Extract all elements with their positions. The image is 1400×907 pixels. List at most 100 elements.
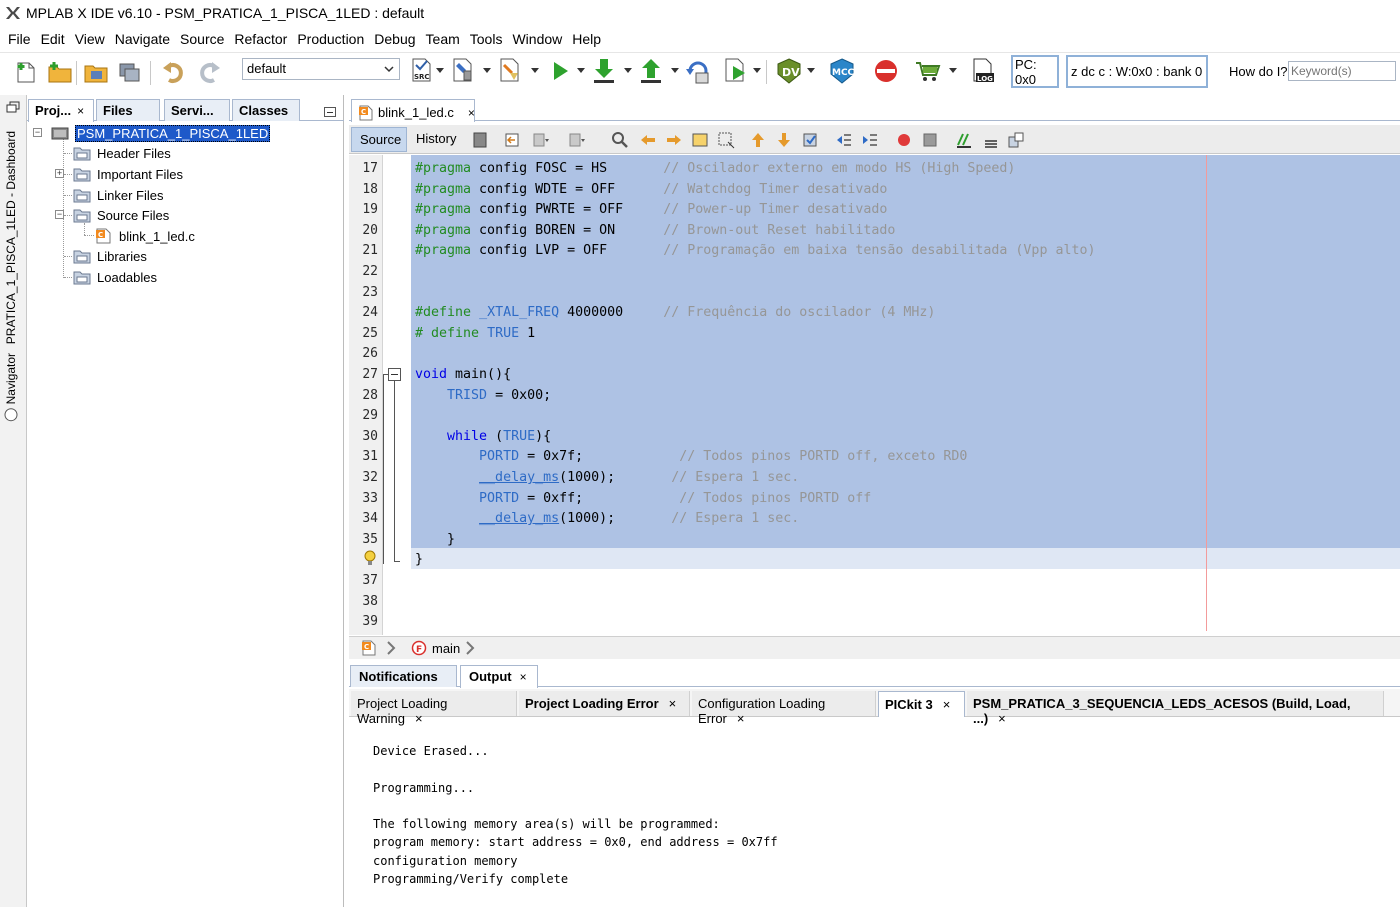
dropdown-arrow-icon[interactable] <box>671 68 679 74</box>
collapse-toggle[interactable]: − <box>33 128 42 137</box>
collapse-toggle[interactable]: − <box>55 210 64 219</box>
keyword-search-input[interactable] <box>1288 61 1396 81</box>
tab-classes[interactable]: Classes <box>232 99 300 121</box>
comment-icon[interactable] <box>955 131 973 149</box>
uncomment-icon[interactable] <box>981 131 999 149</box>
minimize-panel-icon[interactable] <box>324 107 336 117</box>
subtab-project-loading-warning[interactable]: Project Loading Warning × <box>351 691 517 726</box>
previous-bookmark-icon[interactable] <box>749 131 767 149</box>
toggle-bookmark-icon[interactable] <box>801 131 819 149</box>
menu-file[interactable]: File <box>4 31 35 47</box>
close-icon[interactable]: × <box>468 106 475 120</box>
redo-icon[interactable] <box>195 57 223 87</box>
fold-collapse-icon[interactable] <box>388 368 401 381</box>
shift-right-icon[interactable] <box>861 131 879 149</box>
output-console[interactable]: Device Erased... Programming... The foll… <box>373 742 778 888</box>
clean-build-icon[interactable] <box>497 56 525 86</box>
subtab-configuration-loading-error[interactable]: Configuration Loading Error × <box>692 691 876 726</box>
back-dropdown-icon[interactable] <box>531 131 549 149</box>
tab-files[interactable]: Files <box>96 99 160 121</box>
lightbulb-hint-icon[interactable] <box>363 550 377 566</box>
close-icon[interactable]: × <box>669 696 677 711</box>
find-previous-icon[interactable] <box>639 131 657 149</box>
c-source-file-icon[interactable]: C <box>361 640 377 656</box>
menu-debug[interactable]: Debug <box>370 31 419 47</box>
cart-icon[interactable] <box>914 56 942 86</box>
tree-node-header-files[interactable]: Header Files <box>73 143 171 163</box>
close-project-icon[interactable] <box>116 57 144 87</box>
restore-window-icon[interactable] <box>6 101 20 113</box>
start-macro-recording-icon[interactable] <box>895 131 913 149</box>
breadcrumb-function[interactable]: main <box>432 641 460 656</box>
find-icon[interactable] <box>611 131 629 149</box>
debug-run-icon[interactable] <box>722 56 750 86</box>
dropdown-arrow-icon[interactable] <box>577 68 585 74</box>
set-source-icon[interactable]: SRC <box>408 56 436 86</box>
find-next-icon[interactable] <box>665 131 683 149</box>
menu-team[interactable]: Team <box>422 31 464 47</box>
dropdown-arrow-icon[interactable] <box>753 68 761 74</box>
read-device-icon[interactable] <box>637 56 665 86</box>
subtab-project-loading-error[interactable]: Project Loading Error × <box>519 691 690 716</box>
new-file-icon[interactable] <box>12 57 40 87</box>
stop-macro-recording-icon[interactable] <box>921 131 939 149</box>
history-view-button[interactable]: History <box>411 127 463 152</box>
next-bookmark-icon[interactable] <box>775 131 793 149</box>
subtab-pickit3[interactable]: PICkit 3 × <box>878 691 965 717</box>
dropdown-arrow-icon[interactable] <box>483 68 491 74</box>
tab-projects[interactable]: Proj... × <box>28 99 94 122</box>
close-icon[interactable]: × <box>737 711 745 726</box>
undo-icon[interactable] <box>160 57 188 87</box>
project-root-node[interactable]: − PSM_PRATICA_1_PISCA_1LED <box>33 123 271 143</box>
expand-toggle[interactable]: + <box>55 169 64 178</box>
make-and-program-icon[interactable] <box>590 56 618 86</box>
close-icon[interactable]: × <box>77 104 84 118</box>
mcc-icon[interactable]: MCC <box>828 56 856 86</box>
tree-node-linker-files[interactable]: Linker Files <box>73 185 163 205</box>
tab-services[interactable]: Servi... <box>164 99 230 121</box>
dropdown-arrow-icon[interactable] <box>624 68 632 74</box>
code-editor[interactable]: #pragma config FOSC = HS // Oscilador ex… <box>411 155 1400 635</box>
close-icon[interactable]: × <box>415 711 423 726</box>
tree-node-libraries[interactable]: Libraries <box>73 246 147 266</box>
open-project-icon[interactable] <box>82 57 110 87</box>
menu-help[interactable]: Help <box>568 31 605 47</box>
close-icon[interactable]: × <box>998 711 1006 726</box>
mplab-discover-icon[interactable] <box>872 56 900 86</box>
reset-device-icon[interactable] <box>684 56 712 86</box>
navigator-tab[interactable]: Navigator <box>4 353 18 422</box>
dropdown-arrow-icon[interactable] <box>436 68 444 74</box>
close-icon[interactable]: × <box>943 697 951 712</box>
tree-node-loadables[interactable]: Loadables <box>73 267 157 287</box>
new-project-icon[interactable] <box>46 57 74 87</box>
dropdown-arrow-icon[interactable] <box>531 68 539 74</box>
format-icon[interactable] <box>1007 131 1025 149</box>
menu-tools[interactable]: Tools <box>466 31 507 47</box>
forward-dropdown-icon[interactable] <box>567 131 585 149</box>
close-icon[interactable]: × <box>520 670 527 684</box>
menu-source[interactable]: Source <box>176 31 228 47</box>
configuration-select[interactable]: default <box>242 58 400 80</box>
dropdown-arrow-icon[interactable] <box>807 68 815 74</box>
menu-window[interactable]: Window <box>508 31 566 47</box>
menu-navigate[interactable]: Navigate <box>111 31 174 47</box>
tab-output[interactable]: Output × <box>460 665 538 688</box>
subtab-build-load[interactable]: PSM_PRATICA_3_SEQUENCIA_LEDS_ACESOS (Bui… <box>967 691 1384 726</box>
dashboard-tab[interactable]: PRATICA_1_PISCA_1LED - Dashboard <box>4 131 18 344</box>
log-icon[interactable]: LOG <box>970 56 998 86</box>
back-icon[interactable] <box>503 131 521 149</box>
menu-edit[interactable]: Edit <box>37 31 69 47</box>
rectangular-select-icon[interactable] <box>717 131 735 149</box>
tab-blink-file[interactable]: C blink_1_led.c × <box>351 99 475 122</box>
shift-left-icon[interactable] <box>835 131 853 149</box>
menu-view[interactable]: View <box>71 31 109 47</box>
tree-node-blink-file[interactable]: C blink_1_led.c <box>95 226 195 246</box>
source-view-button[interactable]: Source <box>351 127 407 152</box>
tree-node-important-files[interactable]: + Important Files <box>55 164 183 184</box>
last-edit-icon[interactable] <box>471 131 489 149</box>
dropdown-arrow-icon[interactable] <box>949 68 957 74</box>
data-visualizer-icon[interactable]: DV <box>775 56 803 86</box>
run-project-icon[interactable] <box>546 56 574 86</box>
build-icon[interactable] <box>450 56 478 86</box>
menu-refactor[interactable]: Refactor <box>230 31 291 47</box>
